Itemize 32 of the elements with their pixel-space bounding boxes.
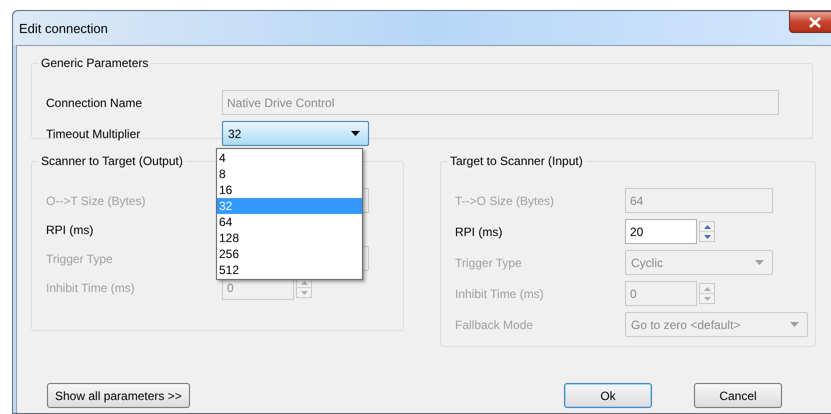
dropdown-option[interactable]: 16: [217, 182, 362, 198]
field-label: Trigger Type: [455, 254, 523, 272]
caret-icon: [351, 131, 360, 136]
dropdown[interactable]: 32: [222, 121, 369, 146]
dropdown-option[interactable]: 8: [217, 166, 362, 182]
close-icon: [809, 16, 821, 28]
number-field[interactable]: 20: [625, 219, 697, 244]
field-label: Inhibit Time (ms): [455, 286, 545, 302]
dropdown-option[interactable]: 64: [217, 214, 362, 230]
field-label: RPI (ms): [46, 222, 94, 238]
show-parameters-button[interactable]: Show all parameters >>: [47, 383, 190, 408]
spinner-arrows[interactable]: [699, 221, 715, 242]
field-label: Trigger Type: [46, 250, 114, 268]
field-label: Inhibit Time (ms): [46, 280, 136, 296]
field-label: Fallback Mode: [455, 316, 534, 334]
caret-icon: [790, 322, 799, 327]
group-title: Target to Scanner (Input): [447, 153, 586, 169]
field-label: Connection Name: [46, 94, 144, 112]
field-label: O-->T Size (Bytes): [46, 192, 146, 210]
dropdown-option[interactable]: 4: [217, 150, 362, 166]
dropdown-option[interactable]: 256: [217, 246, 362, 262]
dialog-button[interactable]: Ok: [564, 383, 652, 408]
dialog-button[interactable]: Cancel: [694, 383, 782, 408]
group-title: Scanner to Target (Output): [38, 153, 186, 169]
window-title: Edit connection: [19, 20, 108, 38]
close-button[interactable]: [789, 11, 831, 33]
field-label: Timeout Multiplier: [46, 126, 142, 142]
field-label: T-->O Size (Bytes): [455, 192, 556, 210]
field-label: RPI (ms): [455, 224, 504, 240]
dropdown-option[interactable]: 128: [217, 230, 362, 246]
dropdown-option[interactable]: 512: [217, 262, 362, 278]
caret-icon: [755, 260, 764, 265]
